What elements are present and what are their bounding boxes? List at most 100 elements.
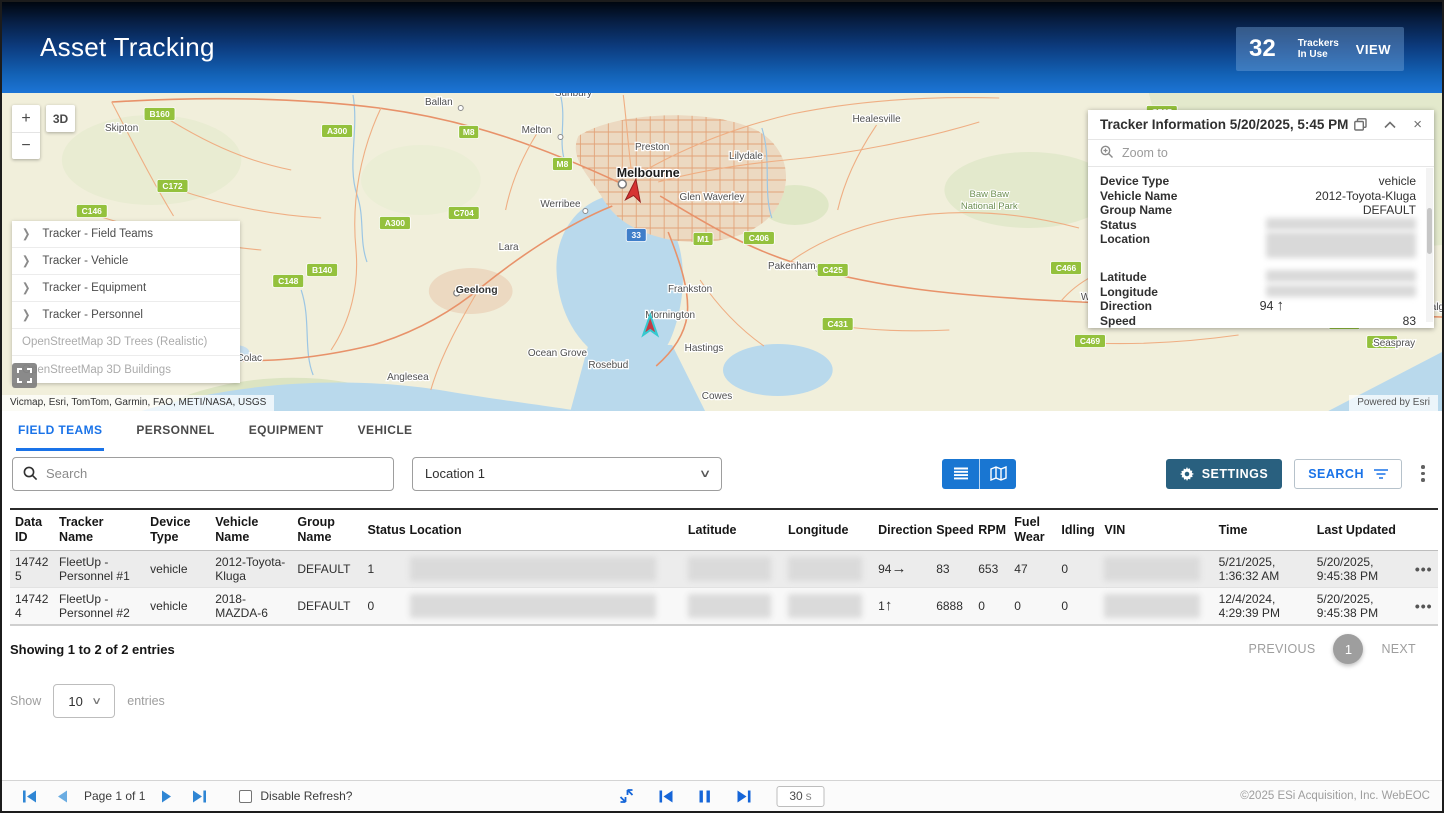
map-label: Lara	[499, 242, 519, 253]
column-header[interactable]: Last Updated	[1312, 509, 1410, 551]
popup-title: Tracker Information 5/20/2025, 5:45 PM	[1100, 117, 1348, 132]
column-header[interactable]: Tracker Name	[54, 509, 145, 551]
next-button[interactable]: NEXT	[1381, 642, 1416, 656]
svg-text:C406: C406	[749, 233, 770, 243]
zoom-out-button[interactable]: −	[12, 132, 40, 159]
map-label: Healesville	[852, 114, 901, 125]
column-header[interactable]: Longitude	[783, 509, 873, 551]
map-label: Werribee	[540, 199, 581, 210]
powered-by-esri: Powered by Esri	[1349, 395, 1438, 411]
column-header[interactable]: Status	[362, 509, 404, 551]
toolbar: Location 1 ∨ SETTINGS SEARCH	[2, 451, 1442, 496]
layer-item[interactable]: ❯Tracker - Vehicle	[12, 248, 240, 275]
next-page-icon[interactable]	[151, 790, 183, 803]
layer-item[interactable]: ❯Tracker - Field Teams	[12, 221, 240, 248]
svg-text:C148: C148	[278, 276, 299, 286]
redacted-value	[410, 557, 657, 581]
popup-field-label: Latitude	[1100, 270, 1147, 285]
column-header[interactable]: Direction	[873, 509, 931, 551]
column-header[interactable]: Device Type	[145, 509, 210, 551]
search-input[interactable]	[46, 466, 383, 481]
tracker-info-popup: Tracker Information 5/20/2025, 5:45 PM ×…	[1088, 110, 1434, 328]
popup-field-value: 2012-Toyota-Kluga	[1315, 189, 1416, 204]
popup-scrollbar[interactable]	[1426, 168, 1433, 322]
first-page-icon[interactable]	[14, 790, 46, 803]
disable-refresh-checkbox[interactable]	[239, 790, 252, 803]
layer-list-panel: ❯Tracker - Field Teams❯Tracker - Vehicle…	[12, 221, 240, 383]
column-header[interactable]: Time	[1214, 509, 1312, 551]
layer-item[interactable]: ❯Tracker - Equipment	[12, 275, 240, 302]
svg-text:C146: C146	[82, 206, 103, 216]
road-shield: C146	[76, 205, 107, 218]
column-header[interactable]: Speed	[931, 509, 973, 551]
map[interactable]: B160C172A300C146A300C704B140C148M8M8C727…	[2, 93, 1442, 411]
more-options-icon[interactable]	[1414, 465, 1432, 482]
disable-refresh-label: Disable Refresh?	[260, 789, 352, 803]
redacted-value	[1266, 285, 1416, 297]
layer-item[interactable]: ❯Tracker - Personnel	[12, 302, 240, 329]
dock-icon[interactable]	[1354, 118, 1367, 131]
tab-vehicle[interactable]: VEHICLE	[356, 411, 415, 451]
refresh-interval-input[interactable]: 30 s	[777, 786, 825, 807]
column-header[interactable]: Location	[405, 509, 683, 551]
road-shield: B140	[307, 264, 338, 277]
collapse-panel-icon[interactable]	[620, 789, 634, 803]
settings-button[interactable]: SETTINGS	[1166, 459, 1283, 489]
svg-text:C469: C469	[1080, 336, 1101, 346]
row-actions-icon[interactable]: •••	[1415, 561, 1433, 577]
tab-equipment[interactable]: EQUIPMENT	[247, 411, 326, 451]
column-header[interactable]: Fuel Wear	[1009, 509, 1056, 551]
search-filter-button[interactable]: SEARCH	[1294, 459, 1402, 489]
view-button[interactable]: VIEW	[1356, 42, 1391, 57]
location-value: Location 1	[425, 466, 485, 481]
direction-arrow-icon: ↑	[1277, 297, 1285, 314]
layer-item-label: OpenStreetMap 3D Buildings	[22, 364, 171, 376]
playback-start-icon[interactable]	[660, 790, 674, 803]
map-view-button[interactable]	[979, 459, 1016, 489]
column-header[interactable]: Idling	[1056, 509, 1099, 551]
cell-vin	[1099, 588, 1213, 626]
column-header[interactable]: RPM	[973, 509, 1009, 551]
road-shield: C148	[273, 275, 304, 288]
table-row[interactable]: 147424FleetUp - Personnel #2vehicle2018-…	[10, 588, 1438, 626]
tab-personnel[interactable]: PERSONNEL	[134, 411, 216, 451]
last-page-icon[interactable]	[183, 790, 215, 803]
map-3d-button[interactable]: 3D	[46, 105, 75, 132]
previous-page-icon[interactable]	[46, 790, 78, 803]
disable-refresh-control: Disable Refresh?	[239, 789, 352, 803]
column-header[interactable]: Group Name	[292, 509, 362, 551]
pause-icon[interactable]	[700, 790, 711, 803]
list-view-button[interactable]	[942, 459, 979, 489]
close-icon[interactable]: ×	[1413, 117, 1422, 132]
redacted-value	[1104, 594, 1200, 618]
column-header[interactable]: Vehicle Name	[210, 509, 292, 551]
collapse-icon[interactable]	[1384, 121, 1396, 129]
svg-text:C431: C431	[828, 319, 849, 329]
fullscreen-icon[interactable]	[12, 363, 37, 388]
column-header[interactable]: Latitude	[683, 509, 783, 551]
page-number-button[interactable]: 1	[1333, 634, 1363, 664]
column-header[interactable]: Data ID	[10, 509, 54, 551]
direction-arrow-icon: ↑	[885, 597, 893, 614]
zoom-in-button[interactable]: +	[12, 105, 40, 132]
tab-bar: FIELD TEAMS PERSONNEL EQUIPMENT VEHICLE	[2, 411, 1442, 451]
svg-text:M8: M8	[557, 159, 569, 169]
previous-button[interactable]: PREVIOUS	[1248, 642, 1315, 656]
column-header[interactable]: VIN	[1099, 509, 1213, 551]
row-actions-icon[interactable]: •••	[1415, 598, 1433, 614]
zoom-to-label: Zoom to	[1122, 146, 1168, 160]
column-header	[1410, 509, 1438, 551]
redacted-value	[1266, 270, 1416, 282]
location-select[interactable]: Location 1 ∨	[412, 457, 722, 491]
cell-direction: 94→	[873, 551, 931, 588]
playback-end-icon[interactable]	[737, 790, 751, 803]
page-size-select[interactable]: 10 ∨	[53, 684, 115, 718]
table-row[interactable]: 147425FleetUp - Personnel #1vehicle2012-…	[10, 551, 1438, 588]
table-info-row: Showing 1 to 2 of 2 entries PREVIOUS 1 N…	[10, 634, 1434, 664]
popup-field-label: Vehicle Name	[1100, 189, 1177, 204]
zoom-to-action[interactable]: Zoom to	[1088, 140, 1434, 167]
road-shield: B160	[144, 108, 175, 121]
popup-field-label: Direction	[1100, 299, 1152, 314]
popup-field-row: Device Typevehicle	[1100, 174, 1416, 189]
tab-field-teams[interactable]: FIELD TEAMS	[16, 411, 104, 451]
